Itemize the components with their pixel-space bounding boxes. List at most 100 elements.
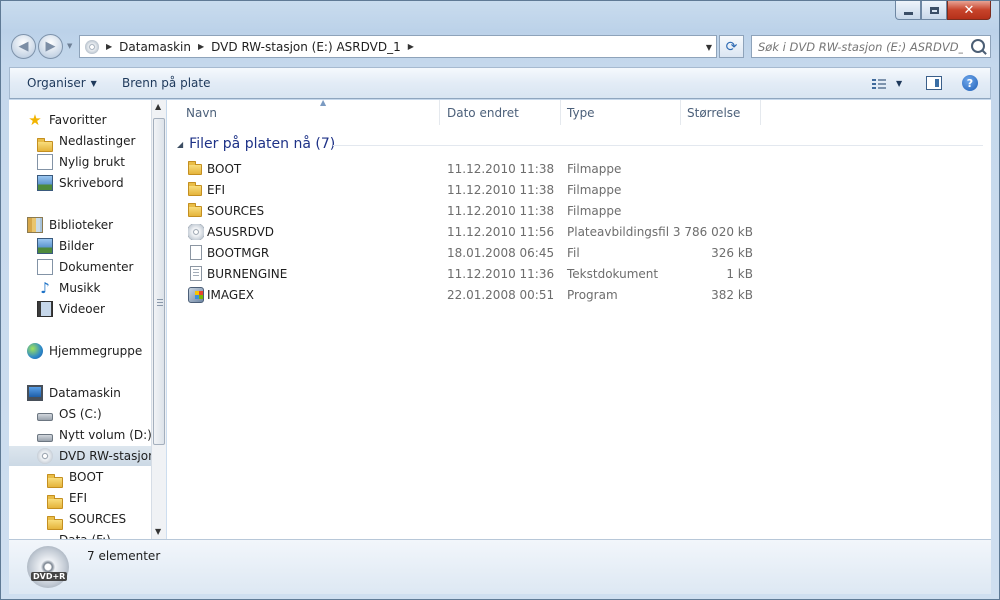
address-history-dropdown-icon[interactable]: ▼: [706, 43, 712, 52]
sidebar-item-os-c[interactable]: OS (C:): [9, 404, 102, 424]
command-bar: Organiser ▼ Brenn på plate ▼ ?: [9, 67, 991, 99]
close-button[interactable]: ✕: [947, 1, 991, 20]
file-name: EFI: [207, 183, 226, 197]
column-header-type[interactable]: Type: [561, 100, 681, 125]
file-row[interactable]: EFI 11.12.2010 11:38 Filmappe: [167, 180, 991, 201]
sidebar-item-videoer[interactable]: Videoer: [9, 299, 105, 319]
file-size: 3 786 020 kB: [672, 225, 753, 239]
caption-buttons: ✕: [895, 1, 991, 20]
collapse-group-icon[interactable]: ◢: [177, 140, 183, 149]
sidebar-item-label: OS (C:): [59, 407, 102, 421]
forward-button[interactable]: ▶: [38, 34, 63, 59]
file-date: 18.01.2008 06:45: [447, 246, 555, 260]
search-icon[interactable]: [971, 39, 985, 53]
file-row[interactable]: BURNENGINE 11.12.2010 11:36 Tekstdokument 1…: [167, 264, 991, 285]
navigation-pane: ★ Favoritter Nedlastinger Nylig brukt Skrive…: [9, 100, 151, 539]
sidebar-item-label: BOOT: [69, 470, 104, 484]
sort-ascending-icon: ▲: [320, 98, 327, 107]
preview-pane-icon[interactable]: [926, 76, 942, 90]
minimize-icon: [903, 11, 913, 15]
sidebar-item-label: Nedlastinger: [59, 134, 136, 148]
breadcrumb-computer[interactable]: Datamaskin: [119, 40, 191, 54]
change-view-icon[interactable]: [872, 77, 886, 89]
search-box[interactable]: [751, 35, 991, 58]
breadcrumb-dvd-drive[interactable]: DVD RW-stasjon (E:) ASRDVD_1: [211, 40, 401, 54]
homegroup-icon: [27, 343, 43, 359]
group-header[interactable]: ◢ Filer på platen nå (7): [177, 136, 335, 152]
sidebar-item-sources[interactable]: SOURCES: [9, 509, 126, 530]
file-date: 11.12.2010 11:38: [447, 162, 555, 176]
group-title: Filer på platen nå (7): [189, 136, 336, 152]
sidebar-item-nedlastinger[interactable]: Nedlastinger: [9, 131, 136, 152]
column-header-name[interactable]: Navn ▲: [180, 98, 440, 125]
breadcrumb-separator-icon[interactable]: ▶: [408, 42, 414, 51]
file-name: ASUSRDVD: [207, 225, 275, 239]
column-name-label: Navn: [186, 105, 218, 120]
breadcrumb-separator-icon[interactable]: ▶: [106, 42, 112, 51]
file-row[interactable]: BOOTMGR 18.01.2008 06:45 Fil 326 kB: [167, 243, 991, 264]
file-type: Fil: [567, 246, 580, 260]
file-icon: [190, 245, 202, 260]
folder-icon: [188, 161, 202, 175]
sidebar-item-bilder[interactable]: Bilder: [9, 236, 94, 256]
file-size: 382 kB: [711, 288, 753, 302]
sidebar-item-datamaskin[interactable]: Datamaskin: [9, 383, 121, 403]
sidebar-item-boot[interactable]: BOOT: [9, 467, 104, 488]
file-name: BOOT: [207, 162, 242, 176]
sidebar-item-nylig-brukt[interactable]: Nylig brukt: [9, 152, 125, 172]
pictures-icon: [37, 238, 53, 254]
sidebar-item-label: Nylig brukt: [59, 155, 125, 169]
dvd-disc-icon: [27, 546, 69, 588]
sidebar-item-nytt-volum-d[interactable]: Nytt volum (D:): [9, 425, 151, 445]
sidebar-item-musikk[interactable]: ♪ Musikk: [9, 278, 100, 298]
file-row[interactable]: SOURCES 11.12.2010 11:38 Filmappe: [167, 201, 991, 222]
file-type: Filmappe: [567, 204, 622, 218]
folder-icon: [47, 473, 63, 488]
videos-icon: [37, 301, 53, 317]
refresh-icon: ⟳: [725, 38, 738, 55]
recent-pages-dropdown[interactable]: ▼: [67, 42, 72, 50]
file-row[interactable]: IMAGEX 22.01.2008 00:51 Program 382 kB: [167, 285, 991, 306]
navigation-scrollbar[interactable]: ▲ ▼: [151, 100, 166, 539]
search-input[interactable]: [758, 39, 963, 54]
dvd-drive-icon: [37, 448, 53, 464]
sidebar-item-biblioteker[interactable]: Biblioteker: [9, 215, 113, 235]
help-icon[interactable]: ?: [962, 75, 978, 91]
view-options-dropdown-icon[interactable]: ▼: [896, 79, 902, 88]
scroll-down-arrow-icon[interactable]: ▼: [155, 527, 161, 536]
breadcrumb-separator-icon[interactable]: ▶: [198, 42, 204, 51]
file-type: Program: [567, 288, 618, 302]
sidebar-item-hjemmegruppe[interactable]: Hjemmegruppe: [9, 341, 142, 361]
sidebar-item-label: DVD RW-stasjon: [59, 449, 151, 463]
sidebar-item-efi[interactable]: EFI: [9, 488, 88, 509]
file-row[interactable]: BOOT 11.12.2010 11:38 Filmappe: [167, 159, 991, 180]
back-button[interactable]: ◀: [11, 34, 36, 59]
file-size: 326 kB: [711, 246, 753, 260]
scroll-up-arrow-icon[interactable]: ▲: [155, 102, 161, 111]
sidebar-item-label: EFI: [69, 491, 88, 505]
minimize-button[interactable]: [895, 1, 921, 20]
organize-menu-button[interactable]: Organiser ▼: [27, 76, 97, 90]
refresh-button[interactable]: ⟳: [719, 35, 744, 58]
file-row[interactable]: ASUSRDVD 11.12.2010 11:56 Plateavbildingsf…: [167, 222, 991, 243]
sidebar-item-skrivebord[interactable]: Skrivebord: [9, 173, 124, 193]
column-header-size[interactable]: Størrelse: [681, 100, 761, 125]
burn-to-disc-button[interactable]: Brenn på plate: [122, 76, 211, 90]
forward-arrow-icon: ▶: [45, 39, 56, 54]
address-bar[interactable]: ▶ Datamaskin ▶ DVD RW-stasjon (E:) ASRDV…: [79, 35, 717, 58]
sidebar-item-label: Nytt volum (D:): [59, 428, 151, 442]
close-icon: ✕: [963, 2, 975, 18]
sidebar-item-dokumenter[interactable]: Dokumenter: [9, 257, 133, 277]
sidebar-item-dvd-rw-stasjon[interactable]: DVD RW-stasjon: [9, 446, 151, 466]
sidebar-item-data-f[interactable]: Data (F:): [9, 530, 111, 539]
sidebar-item-favoritter[interactable]: ★ Favoritter: [9, 110, 106, 130]
folder-icon: [47, 494, 63, 509]
scrollbar-thumb[interactable]: [153, 118, 165, 445]
explorer-window: ✕ ◀ ▶ ▼ ▶ Datamaskin ▶ DVD RW-stasjon (E…: [0, 0, 1000, 600]
maximize-button[interactable]: [921, 1, 947, 20]
disc-image-icon: [188, 224, 204, 240]
windows-logo-icon: [195, 291, 203, 299]
details-pane: DVD+R 7 elementer: [9, 539, 991, 594]
file-date: 22.01.2008 00:51: [447, 288, 555, 302]
column-header-date[interactable]: Dato endret: [441, 100, 561, 125]
